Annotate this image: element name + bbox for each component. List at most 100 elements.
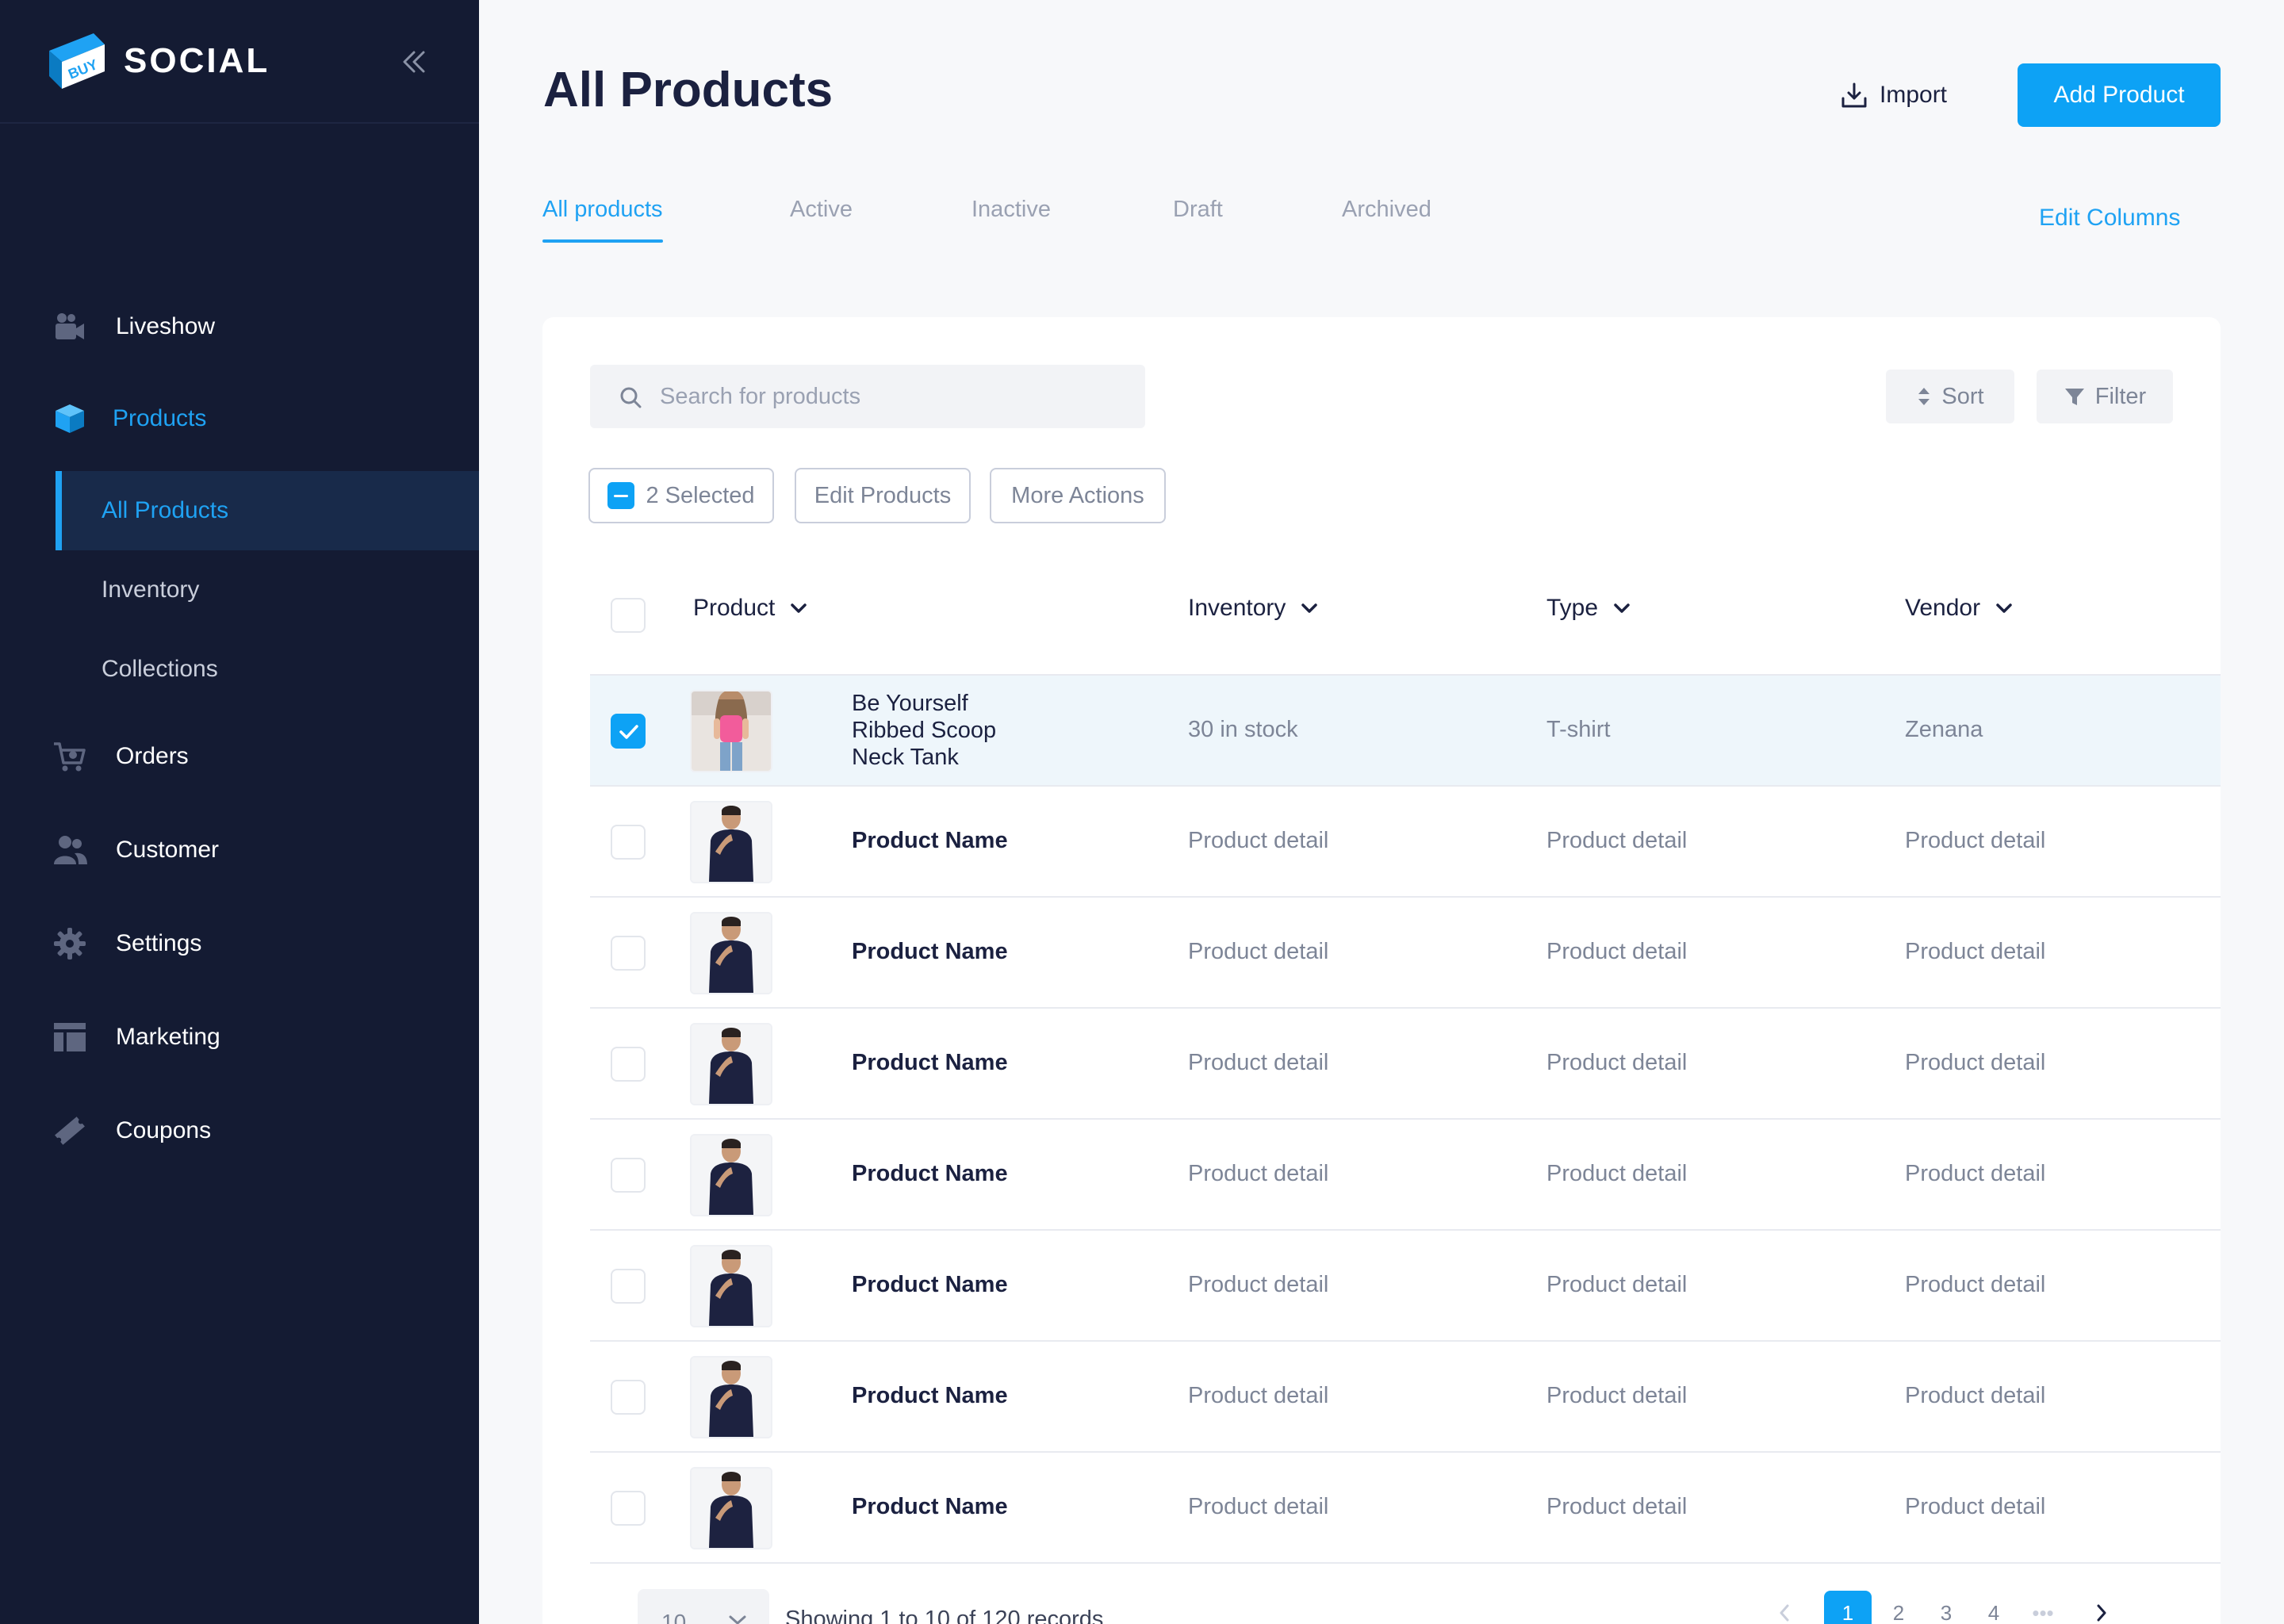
- sidebar-subitem-all-products[interactable]: All Products: [56, 471, 479, 550]
- sort-label: Sort: [1941, 383, 1984, 409]
- search-icon: [620, 387, 642, 408]
- table-row[interactable]: Be Yourself Ribbed Scoop Neck Tank 30 in…: [590, 676, 2221, 787]
- type-cell: Product detail: [1546, 939, 1688, 964]
- table-row[interactable]: Product Name Product detail Product deta…: [590, 1453, 2221, 1564]
- vendor-cell: Product detail: [1905, 828, 2046, 853]
- prev-page-button[interactable]: [1769, 1591, 1800, 1624]
- row-checkbox[interactable]: [611, 714, 646, 749]
- page-button-4[interactable]: 4: [1978, 1591, 2010, 1624]
- cart-icon: [54, 742, 86, 772]
- product-name[interactable]: Product Name: [852, 1272, 1008, 1298]
- row-checkbox[interactable]: [611, 936, 646, 971]
- woman-tank-top-image: [692, 691, 771, 771]
- sidebar-item-products[interactable]: Products: [0, 387, 479, 450]
- selected-count-button[interactable]: 2 Selected: [588, 468, 774, 523]
- records-summary: Showing 1 to 10 of 120 records: [785, 1607, 1104, 1624]
- chevron-down-icon: [1614, 603, 1630, 613]
- users-icon: [54, 836, 87, 864]
- product-name[interactable]: Be Yourself Ribbed Scoop Neck Tank: [852, 690, 1042, 771]
- tab-draft[interactable]: Draft: [1173, 197, 1223, 244]
- filter-icon: [2064, 389, 2084, 405]
- sidebar-subitem-inventory[interactable]: Inventory: [56, 550, 479, 630]
- table-row[interactable]: Product Name Product detail Product deta…: [590, 898, 2221, 1009]
- type-cell: Product detail: [1546, 1161, 1688, 1186]
- row-checkbox[interactable]: [611, 825, 646, 860]
- layout-icon: [54, 1023, 86, 1051]
- page-size-select[interactable]: 10: [638, 1589, 769, 1624]
- table-row[interactable]: Product Name Product detail Product deta…: [590, 1120, 2221, 1231]
- page-button-3[interactable]: 3: [1930, 1591, 1962, 1624]
- collapse-sidebar-icon[interactable]: [398, 46, 430, 78]
- column-header-vendor[interactable]: Vendor: [1905, 595, 2014, 622]
- brand-name: SOCIAL: [124, 41, 270, 80]
- sidebar-subitem-label: Inventory: [102, 576, 200, 603]
- vendor-cell: Product detail: [1905, 1050, 2046, 1075]
- sidebar-item-label: Marketing: [116, 1024, 220, 1050]
- type-cell: T-shirt: [1546, 717, 1611, 742]
- page-size-value: 10: [661, 1610, 687, 1624]
- next-page-button[interactable]: [2086, 1591, 2117, 1624]
- inventory-cell: Product detail: [1188, 1161, 1329, 1186]
- tab-active[interactable]: Active: [790, 197, 853, 244]
- product-name[interactable]: Product Name: [852, 828, 1008, 854]
- import-button[interactable]: Import: [1840, 71, 1967, 119]
- edit-products-button[interactable]: Edit Products: [795, 468, 971, 523]
- column-header-type[interactable]: Type: [1546, 595, 1631, 622]
- sidebar-subitem-collections[interactable]: Collections: [56, 630, 479, 709]
- page-ellipsis: •••: [2032, 1600, 2054, 1624]
- inventory-cell: Product detail: [1188, 1383, 1329, 1408]
- product-thumbnail: [690, 690, 772, 772]
- vendor-cell: Product detail: [1905, 1383, 2046, 1408]
- page-button-2[interactable]: 2: [1883, 1591, 1914, 1624]
- product-name[interactable]: Product Name: [852, 1161, 1008, 1187]
- row-checkbox[interactable]: [611, 1047, 646, 1082]
- video-camera-icon: [56, 313, 84, 339]
- search-input[interactable]: [660, 365, 1128, 428]
- table-row[interactable]: Product Name Product detail Product deta…: [590, 1009, 2221, 1120]
- inventory-cell: Product detail: [1188, 1494, 1329, 1519]
- product-name[interactable]: Product Name: [852, 1383, 1008, 1409]
- product-thumbnail: [690, 1134, 772, 1216]
- table-row[interactable]: Product Name Product detail Product deta…: [590, 787, 2221, 898]
- sidebar-item-marketing[interactable]: Marketing: [0, 1005, 479, 1069]
- tab-all-products[interactable]: All products: [542, 197, 663, 244]
- filter-button[interactable]: Filter: [2037, 370, 2173, 423]
- column-header-inventory[interactable]: Inventory: [1188, 595, 1319, 622]
- column-header-product[interactable]: Product: [693, 595, 808, 622]
- page-button-1[interactable]: 1: [1824, 1591, 1872, 1624]
- more-actions-button[interactable]: More Actions: [990, 468, 1166, 523]
- product-name[interactable]: Product Name: [852, 1050, 1008, 1076]
- product-name[interactable]: Product Name: [852, 939, 1008, 965]
- vendor-cell: Product detail: [1905, 1494, 2046, 1519]
- tab-archived[interactable]: Archived: [1342, 197, 1431, 244]
- edit-columns-link[interactable]: Edit Columns: [2039, 205, 2180, 232]
- product-name[interactable]: Product Name: [852, 1494, 1008, 1520]
- selected-count-label: 2 Selected: [646, 482, 755, 508]
- products-card: Sort Filter 2 Selected Edit Products Mor…: [542, 317, 2221, 1624]
- type-cell: Product detail: [1546, 1383, 1688, 1408]
- sidebar-item-coupons[interactable]: Coupons: [0, 1099, 479, 1162]
- product-thumbnail: [690, 1245, 772, 1327]
- sidebar-item-liveshow[interactable]: Liveshow: [0, 295, 479, 358]
- select-all-checkbox[interactable]: [611, 598, 646, 633]
- table-row[interactable]: Product Name Product detail Product deta…: [590, 1231, 2221, 1342]
- table-row[interactable]: Product Name Product detail Product deta…: [590, 1342, 2221, 1453]
- sort-button[interactable]: Sort: [1886, 370, 2014, 423]
- row-checkbox[interactable]: [611, 1158, 646, 1193]
- row-checkbox[interactable]: [611, 1380, 646, 1415]
- sidebar-item-orders[interactable]: Orders: [0, 725, 479, 788]
- man-shirt-image: [692, 1358, 771, 1437]
- sidebar-item-label: Orders: [116, 743, 189, 769]
- sidebar-item-settings[interactable]: Settings: [0, 912, 479, 975]
- ticket-icon: [55, 1116, 85, 1145]
- add-product-button[interactable]: Add Product: [2018, 63, 2221, 127]
- product-thumbnail: [690, 801, 772, 883]
- row-checkbox[interactable]: [611, 1269, 646, 1304]
- table-header: Product Inventory Type Vendor: [590, 555, 2221, 676]
- tab-inactive[interactable]: Inactive: [971, 197, 1051, 244]
- row-checkbox[interactable]: [611, 1491, 646, 1526]
- sidebar-subitem-label: All Products: [102, 497, 229, 523]
- column-label: Vendor: [1905, 595, 1981, 621]
- sidebar-item-customer[interactable]: Customer: [0, 818, 479, 882]
- chevron-down-icon: [1301, 603, 1318, 613]
